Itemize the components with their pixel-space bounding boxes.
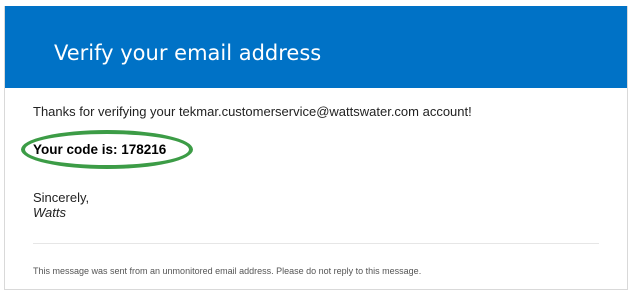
- closing-text: Sincerely,: [33, 190, 90, 205]
- footer-note: This message was sent from an unmonitore…: [33, 266, 422, 276]
- email-header-banner: Verify your email address: [5, 6, 627, 88]
- footer-divider: [33, 243, 599, 244]
- signature-text: Watts: [33, 205, 66, 220]
- email-title: Verify your email address: [54, 41, 322, 65]
- verification-intro-text: Thanks for verifying your tekmar.custome…: [33, 104, 472, 119]
- email-body: Verify your email address Thanks for ver…: [4, 6, 628, 290]
- code-highlight-ring: [21, 130, 193, 169]
